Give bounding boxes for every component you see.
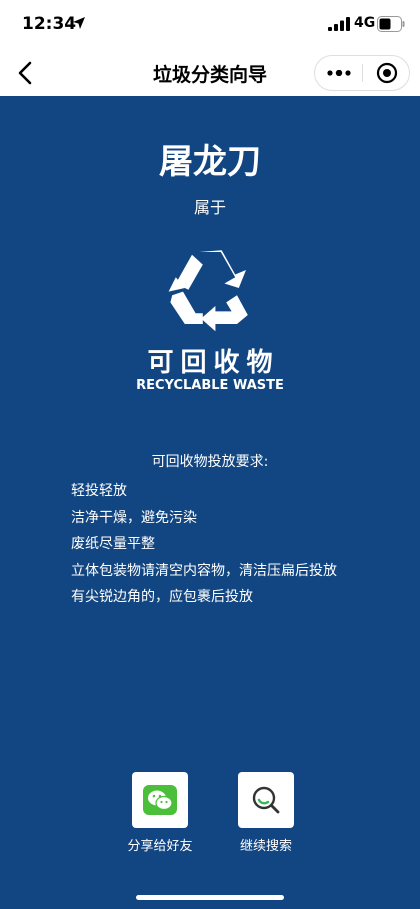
requirement-item: 洁净干燥，避免污染 (71, 509, 197, 526)
recycle-icon (168, 250, 248, 332)
target-circle-icon (376, 62, 397, 84)
continue-search-label: 继续搜索 (239, 839, 292, 854)
status-time: 12:34 (22, 14, 77, 34)
status-bar: 12:34 4G (0, 0, 420, 50)
belongs-label: 属于 (193, 198, 226, 217)
signal-icon (328, 17, 350, 31)
requirements-title: 可回收物投放要求: (151, 454, 269, 470)
home-indicator[interactable] (136, 895, 284, 900)
requirement-item: 立体包装物请清空内容物，清洁压扁后投放 (71, 562, 337, 579)
share-to-friend-button[interactable]: 分享给好友 (110, 772, 210, 854)
search-icon (252, 786, 280, 814)
result-panel: 屠龙刀 属于 可回收物 RECYCLABLE WASTE 可回收物投放要求: 轻… (0, 96, 420, 909)
close-mini-program-button[interactable] (363, 56, 410, 90)
nav-bar: 垃圾分类向导 (0, 50, 420, 96)
continue-search-button[interactable]: 继续搜索 (216, 772, 316, 854)
battery-icon (377, 16, 405, 32)
requirement-item: 有尖锐边角的，应包裹后投放 (71, 589, 253, 605)
network-type: 4G (354, 15, 376, 31)
requirement-item: 轻投轻放 (71, 483, 127, 499)
location-arrow-icon (73, 17, 85, 29)
category-name-cn: 可回收物 (147, 348, 280, 378)
more-button[interactable] (315, 56, 362, 90)
share-icon-box (132, 772, 188, 828)
item-name: 屠龙刀 (159, 142, 261, 182)
more-dots-icon (326, 70, 351, 76)
search-icon-box (238, 772, 294, 828)
wechat-icon (143, 785, 177, 815)
category-name-en: RECYCLABLE WASTE (136, 378, 284, 393)
requirement-item: 废纸尽量平整 (71, 536, 155, 552)
share-label: 分享给好友 (127, 839, 193, 854)
requirements-list: 轻投轻放 洁净干燥，避免污染 废纸尽量平整 立体包装物请清空内容物，清洁压扁后投… (71, 478, 337, 611)
mini-program-capsule (314, 55, 410, 91)
